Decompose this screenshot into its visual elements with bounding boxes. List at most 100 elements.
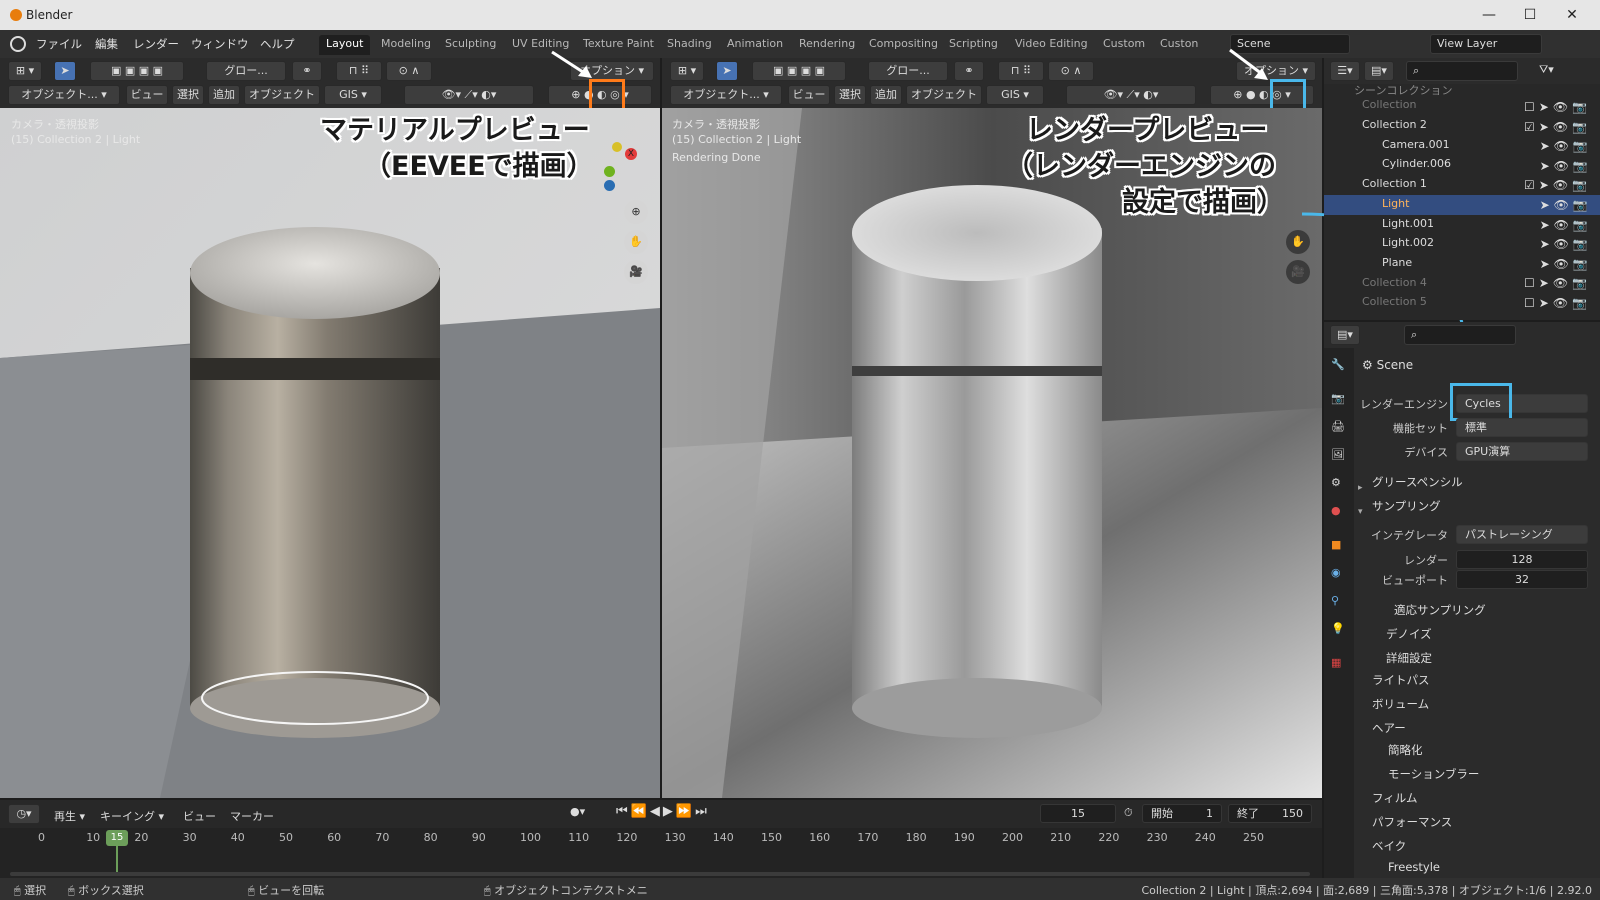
scene-tab-icon[interactable]: ⚙ [1331, 476, 1341, 489]
feature-set-dropdown[interactable]: 標準 [1456, 418, 1588, 437]
device-label: デバイス [1404, 446, 1448, 459]
properties-tabs: 🔧 📷 🖨 🖼 ⚙ ● ■ ◉ ⚲ 💡 ▦ [1324, 348, 1354, 878]
section-simplify[interactable]: 簡略化 [1388, 742, 1423, 758]
playhead-line[interactable] [116, 846, 118, 872]
outliner-light-002[interactable]: Light.002 [1382, 236, 1434, 256]
render-engine-highlight [1450, 383, 1512, 421]
properties-panel: ▤▾ ⌕ 🔧 📷 🖨 🖼 ⚙ ● ■ ◉ ⚲ 💡 ▦ ⚙ Scene レンダーエ… [1324, 322, 1600, 878]
subsection-adaptive-sampling[interactable]: 適応サンプリング [1394, 602, 1486, 618]
outliner-collection[interactable]: Collection [1362, 98, 1416, 118]
timeline-tick-250: 250 [1243, 831, 1264, 844]
modifier-tab-icon[interactable]: ◉ [1331, 566, 1341, 579]
playback-controls[interactable]: ⏮⏪◀▶⏩⏭ [616, 804, 710, 819]
outliner-plane[interactable]: Plane [1382, 256, 1412, 276]
timeline-marker-menu[interactable]: マーカー [230, 808, 274, 824]
integrator-dropdown[interactable]: パストレーシング [1456, 525, 1588, 544]
outliner-light[interactable]: Light [1382, 197, 1409, 217]
current-frame-marker[interactable]: 15 [106, 830, 128, 846]
outliner-collection-1[interactable]: Collection 1 [1362, 177, 1427, 197]
timeline-tick-130: 130 [664, 831, 686, 844]
timeline-area[interactable]: 0 10 20 30 40 50 60 70 80 90 100 110 120 130 140 150 160… [0, 828, 1322, 878]
outliner-collection-5[interactable]: Collection 5 [1362, 295, 1427, 315]
keying-label: キーイング [100, 810, 155, 823]
playback-label: 再生 [54, 810, 76, 823]
properties-search[interactable]: ⌕ [1404, 325, 1516, 345]
keying-menu[interactable]: キーイング ▾ [100, 808, 164, 824]
end-frame-field[interactable]: 終了 150 [1228, 804, 1312, 823]
timeline-view-menu[interactable]: ビュー [183, 808, 216, 824]
viewport-samples-field[interactable]: 32 [1456, 570, 1588, 589]
current-frame-field[interactable]: 15 [1040, 804, 1116, 823]
timeline-tick-200: 200 [1002, 831, 1023, 844]
integrator-label: インテグレータ [1371, 529, 1448, 542]
section-performance[interactable]: パフォーマンス [1372, 814, 1452, 830]
start-frame-value: 1 [1206, 807, 1213, 820]
filter-icon[interactable]: ⛛▾ [1539, 63, 1554, 77]
timeline-tick-150: 150 [761, 831, 782, 844]
outliner-light-001[interactable]: Light.001 [1382, 217, 1434, 237]
outliner-collection-2[interactable]: Collection 2 [1362, 118, 1427, 138]
timeline-tick-90: 90 [471, 831, 486, 844]
playback-menu[interactable]: 再生 ▾ [54, 808, 85, 824]
timeline-tick-120: 120 [616, 831, 638, 844]
device-dropdown[interactable]: GPU演算 [1456, 442, 1588, 461]
status-bar: 🖱 選択 🖱 ボックス選択 🖱 ビューを回転 🖱 オブジェクトコンテクストメニ … [0, 878, 1600, 900]
status-box-select: 🖱 ボックス選択 [68, 884, 144, 897]
output-tab-icon[interactable]: 🖨 [1331, 420, 1345, 433]
section-bake[interactable]: ベイク [1372, 838, 1406, 854]
timeline-tick-40: 40 [230, 831, 245, 844]
stopwatch-icon[interactable]: ⏱ [1124, 806, 1133, 820]
outliner-editor-icon[interactable]: ☰▾ [1330, 61, 1360, 81]
timeline-tick-230: 230 [1146, 831, 1168, 844]
object-tab-icon[interactable]: ■ [1331, 538, 1341, 551]
texture-tab-icon[interactable]: ▦ [1331, 656, 1341, 669]
outliner-cylinder-006[interactable]: Cylinder.006 [1382, 157, 1451, 177]
subsection-advanced[interactable]: 詳細設定 [1386, 650, 1432, 666]
section-light-paths[interactable]: ライトパス [1372, 672, 1430, 688]
timeline-tick-210: 210 [1050, 831, 1072, 844]
tool-tab-icon[interactable]: 🔧 [1331, 358, 1345, 371]
render-tab-icon[interactable]: 📷 [1331, 392, 1345, 405]
subsection-denoise[interactable]: デノイズ [1386, 626, 1432, 642]
feature-set-label: 機能セット [1393, 422, 1448, 435]
constraint-tab-icon[interactable]: ⚲ [1331, 594, 1339, 607]
status-select: 🖱 選択 [14, 884, 47, 897]
outliner-collection-4[interactable]: Collection 4 [1362, 276, 1427, 296]
section-hair[interactable]: ヘアー [1372, 720, 1406, 736]
outliner-display-mode[interactable]: ▤▾ [1364, 61, 1394, 81]
section-film[interactable]: フィルム [1372, 790, 1418, 806]
properties-header: ▤▾ ⌕ [1324, 322, 1600, 348]
section-freestyle[interactable]: Freestyle [1388, 860, 1440, 874]
start-frame-label: 開始 [1151, 807, 1173, 820]
start-frame-field[interactable]: 開始 1 [1142, 804, 1222, 823]
timeline-tick-140: 140 [712, 831, 734, 844]
timeline-tick-20: 20 [134, 831, 149, 844]
end-frame-value: 150 [1282, 807, 1303, 820]
timeline-scrollbar[interactable] [10, 872, 1310, 876]
world-tab-icon[interactable]: ● [1331, 504, 1341, 517]
section-grease-pencil[interactable]: グリースペンシル [1372, 474, 1463, 490]
section-motion-blur[interactable]: モーションブラー [1388, 766, 1479, 782]
timeline-tick-60: 60 [327, 831, 342, 844]
status-box-select-label: ボックス選択 [78, 884, 144, 897]
properties-editor-icon[interactable]: ▤▾ [1330, 325, 1360, 345]
record-button[interactable]: ●▾ [570, 805, 585, 818]
view-layer-tab-icon[interactable]: 🖼 [1331, 448, 1345, 461]
outliner-visibility-icons[interactable]: ☐➤👁📷 ☑➤👁📷 ➤👁📷 ➤👁📷 ☑➤👁📷 ➤👁📷 ➤👁📷 ➤👁📷 ➤👁📷 ☐➤👁📷… [1524, 98, 1594, 314]
timeline-tick-100: 100 [520, 831, 541, 844]
outliner-search[interactable]: ⌕ [1406, 61, 1518, 81]
section-sampling[interactable]: サンプリング [1372, 498, 1441, 514]
render-samples-field[interactable]: 128 [1456, 550, 1588, 569]
timeline-tick-30: 30 [182, 831, 197, 844]
outliner-camera-001[interactable]: Camera.001 [1382, 138, 1450, 158]
timeline-panel: ◷▾ 再生 ▾ キーイング ▾ ビュー マーカー ●▾ ⏮⏪◀▶⏩⏭ 15 ⏱ … [0, 800, 1322, 878]
timeline-tick-110: 110 [568, 831, 590, 844]
props-scene-name: ⚙ Scene [1362, 358, 1414, 372]
timeline-editor-icon[interactable]: ◷▾ [8, 804, 40, 824]
light-data-tab-icon[interactable]: 💡 [1331, 622, 1345, 635]
timeline-tick-190: 190 [953, 831, 975, 844]
timeline-tick-180: 180 [905, 831, 927, 844]
viewport-samples-label: ビューポート [1382, 574, 1448, 587]
render-engine-label: レンダーエンジン [1360, 398, 1448, 411]
section-volume[interactable]: ボリューム [1372, 696, 1429, 712]
